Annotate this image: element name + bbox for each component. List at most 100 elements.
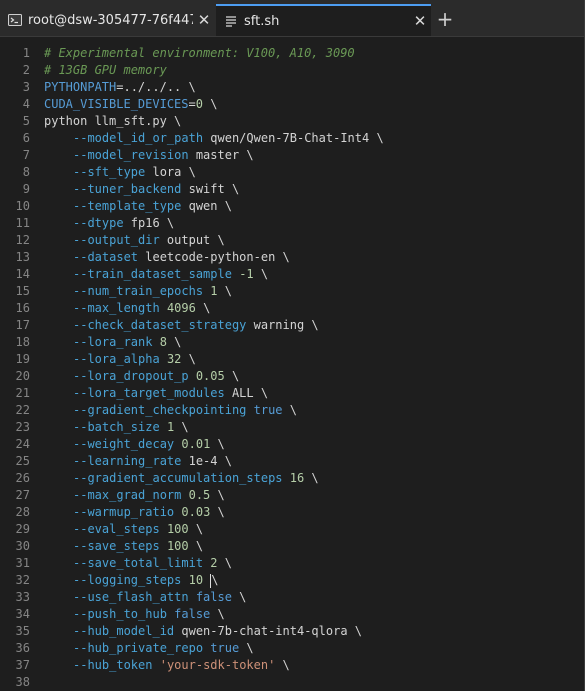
- code-token: --tuner_backend: [73, 182, 182, 196]
- line-number: 37: [15, 658, 30, 672]
- new-tab-button[interactable]: +: [431, 4, 459, 34]
- line-text: python llm_sft.py \: [44, 113, 181, 130]
- line-text: --max_length 4096 \: [44, 300, 210, 317]
- line-text: --tuner_backend swift \: [44, 181, 239, 198]
- line-number: 4: [22, 97, 30, 111]
- code-token: lora \: [145, 165, 196, 179]
- code-token: \: [188, 522, 204, 536]
- code-line[interactable]: 11 --dtype fp16 \: [0, 215, 585, 232]
- code-token: --model_id_or_path: [73, 131, 204, 145]
- code-line[interactable]: 36 --hub_private_repo true \: [0, 640, 585, 657]
- code-token: --output_dir: [73, 233, 160, 247]
- code-line[interactable]: 29 --eval_steps 100 \: [0, 521, 585, 538]
- code-line[interactable]: 3 PYTHONPATH=../../.. \: [0, 79, 585, 96]
- code-line[interactable]: 14 --train_dataset_sample -1 \: [0, 266, 585, 283]
- code-line[interactable]: 9 --tuner_backend swift \: [0, 181, 585, 198]
- code-line[interactable]: 6 --model_id_or_path qwen/Qwen-7B-Chat-In…: [0, 130, 585, 147]
- code-line[interactable]: 19 --lora_alpha 32 \: [0, 351, 585, 368]
- line-text: --learning_rate 1e-4 \: [44, 453, 232, 470]
- code-token: --weight_decay: [73, 437, 175, 451]
- line-text: --weight_decay 0.01 \: [44, 436, 225, 453]
- line-number: 27: [15, 488, 30, 502]
- code-editor[interactable]: 1 # Experimental environment: V100, A10, …: [0, 37, 585, 691]
- code-line[interactable]: 33 --use_flash_attn false \: [0, 589, 585, 606]
- line-text: --lora_alpha 32 \: [44, 351, 196, 368]
- line-number: 38: [15, 675, 30, 689]
- close-icon[interactable]: ✕: [193, 11, 215, 29]
- code-token: 16: [289, 471, 305, 485]
- code-line[interactable]: 26 --gradient_accumulation_steps 16 \: [0, 470, 585, 487]
- code-line[interactable]: 7 --model_revision master \: [0, 147, 585, 164]
- line-number: 16: [15, 301, 30, 315]
- tab-sft-sh[interactable]: sft.sh ✕: [216, 4, 431, 36]
- line-number: 3: [22, 80, 30, 94]
- code-line[interactable]: 31 --save_total_limit 2 \: [0, 555, 585, 572]
- line-text: --output_dir output \: [44, 232, 225, 249]
- code-token: 32: [166, 352, 182, 366]
- code-line[interactable]: 10 --template_type qwen \: [0, 198, 585, 215]
- code-token: \: [174, 420, 189, 434]
- code-token: 0.5: [188, 488, 211, 502]
- code-line[interactable]: 2 # 13GB GPU memory: [0, 62, 585, 79]
- code-line[interactable]: 12 --output_dir output \: [0, 232, 585, 249]
- code-line[interactable]: 1 # Experimental environment: V100, A10, …: [0, 45, 585, 62]
- code-line[interactable]: 35 --hub_model_id qwen-7b-chat-int4-qlora…: [0, 623, 585, 640]
- line-text: --model_revision master \: [44, 147, 254, 164]
- code-line[interactable]: 37 --hub_token 'your-sdk-token' \: [0, 657, 585, 674]
- code-line[interactable]: 20 --lora_dropout_p 0.05 \: [0, 368, 585, 385]
- line-text: --dataset leetcode-python-en \: [44, 249, 290, 266]
- code-token: --save_steps: [73, 539, 160, 553]
- line-text: --num_train_epochs 1 \: [44, 283, 232, 300]
- code-line[interactable]: 18 --lora_rank 8 \: [0, 334, 585, 351]
- code-token: --max_grad_norm: [73, 488, 182, 502]
- line-text: --template_type qwen \: [44, 198, 232, 215]
- line-number: 26: [15, 471, 30, 485]
- code-line[interactable]: 24 --weight_decay 0.01 \: [0, 436, 585, 453]
- code-token: 0.03: [181, 505, 211, 519]
- code-line[interactable]: 21 --lora_target_modules ALL \: [0, 385, 585, 402]
- code-token: --hub_model_id: [73, 624, 175, 638]
- line-number: 13: [15, 250, 30, 264]
- code-token: --check_dataset_strategy: [73, 318, 247, 332]
- code-line[interactable]: 34 --push_to_hub false \: [0, 606, 585, 623]
- code-line[interactable]: 27 --max_grad_norm 0.5 \: [0, 487, 585, 504]
- code-line[interactable]: 4 CUDA_VISIBLE_DEVICES=0 \: [0, 96, 585, 113]
- code-line[interactable]: 23 --batch_size 1 \: [0, 419, 585, 436]
- line-number: 6: [22, 131, 30, 145]
- line-text: --gradient_accumulation_steps 16 \: [44, 470, 319, 487]
- line-text: --gradient_checkpointing true \: [44, 402, 297, 419]
- code-token: --dataset: [73, 250, 139, 264]
- line-number: 17: [15, 318, 30, 332]
- code-line[interactable]: 22 --gradient_checkpointing true \: [0, 402, 585, 419]
- code-line[interactable]: 38: [0, 674, 585, 691]
- code-line[interactable]: 16 --max_length 4096 \: [0, 300, 585, 317]
- tab-terminal[interactable]: root@dsw-305477-76f44788 ✕: [0, 4, 215, 36]
- line-number: 7: [22, 148, 30, 162]
- line-text: --check_dataset_strategy warning \: [44, 317, 319, 334]
- line-text: --hub_private_repo true \: [44, 640, 254, 657]
- code-area[interactable]: 1 # Experimental environment: V100, A10, …: [0, 45, 585, 691]
- code-line[interactable]: 30 --save_steps 100 \: [0, 538, 585, 555]
- line-text: --max_grad_norm 0.5 \: [44, 487, 225, 504]
- code-line[interactable]: 25 --learning_rate 1e-4 \: [0, 453, 585, 470]
- code-token: 1: [210, 284, 218, 298]
- code-token: leetcode-python-en \: [138, 250, 290, 264]
- line-text: --save_total_limit 2 \: [44, 555, 232, 572]
- code-line[interactable]: 32 --logging_steps 10 \: [0, 572, 585, 589]
- code-token: --lora_dropout_p: [73, 369, 189, 383]
- code-line[interactable]: 5 python llm_sft.py \: [0, 113, 585, 130]
- code-line[interactable]: 28 --warmup_ratio 0.03 \: [0, 504, 585, 521]
- line-text: --push_to_hub false \: [44, 606, 225, 623]
- close-icon[interactable]: ✕: [409, 12, 431, 30]
- code-token: # Experimental environment: V100, A10, 3…: [44, 46, 355, 60]
- code-line[interactable]: 8 --sft_type lora \: [0, 164, 585, 181]
- code-line[interactable]: 17 --check_dataset_strategy warning \: [0, 317, 585, 334]
- code-line[interactable]: 15 --num_train_epochs 1 \: [0, 283, 585, 300]
- code-line[interactable]: 13 --dataset leetcode-python-en \: [0, 249, 585, 266]
- code-token: =../../.. \: [116, 80, 196, 94]
